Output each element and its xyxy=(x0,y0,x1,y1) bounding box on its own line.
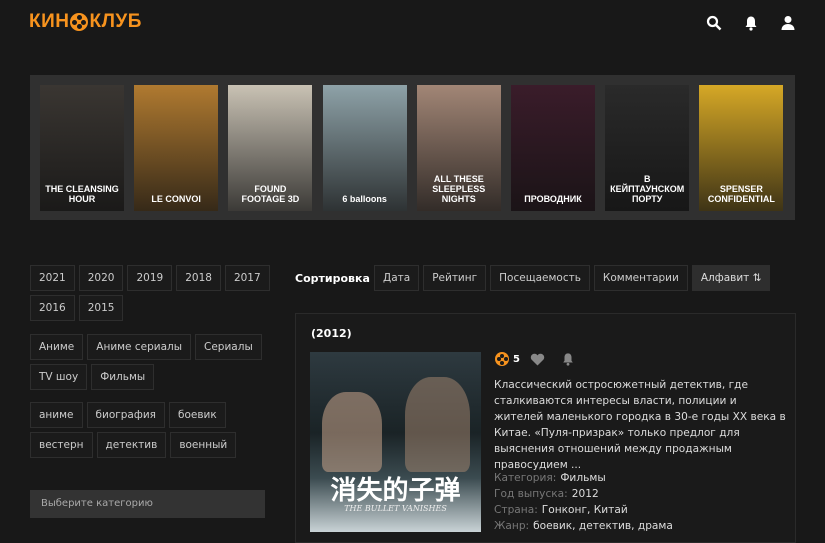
category-tag[interactable]: Аниме xyxy=(30,334,84,360)
category-tag[interactable]: Аниме сериалы xyxy=(87,334,192,360)
poster-title: 消失的子弹 xyxy=(330,476,461,506)
carousel-poster[interactable]: FOUND FOOTAGE 3D xyxy=(228,85,313,211)
year-tag[interactable]: 2015 xyxy=(78,295,124,321)
genre-tag[interactable]: детектив xyxy=(96,432,167,458)
meta-genre-value: боевик, детектив, драма xyxy=(533,520,673,532)
movie-description: Классический остросюжетный детектив, где… xyxy=(494,379,786,471)
poster-title: THE CLEANSING HOUR xyxy=(45,184,119,205)
year-tag[interactable]: 2019 xyxy=(127,265,173,291)
film-reel-icon xyxy=(70,13,89,31)
year-tag[interactable]: 2017 xyxy=(224,265,270,291)
carousel-poster[interactable]: LE CONVOI xyxy=(134,85,219,211)
poster-subtitle: THE BULLET VANISHES xyxy=(344,504,447,513)
meta-year: Год выпуска: 2012 xyxy=(494,488,599,500)
movie-year: (2012) xyxy=(311,327,352,340)
poster-title: 6 balloons xyxy=(342,194,387,205)
category-tag[interactable]: Сериалы xyxy=(195,334,262,360)
meta-year-value: 2012 xyxy=(571,488,599,500)
logo-text-right: КЛУБ xyxy=(89,11,142,32)
poster-title: В КЕЙПТАУНСКОМ ПОРТУ xyxy=(610,174,685,205)
search-icon[interactable] xyxy=(706,15,722,31)
carousel-poster[interactable]: ПРОВОДНИК xyxy=(511,85,595,211)
poster-title: ALL THESE SLEEPLESS NIGHTS xyxy=(432,174,486,205)
genre-tag[interactable]: биография xyxy=(86,402,165,428)
rating-value: 5 xyxy=(513,353,520,365)
genre-tag[interactable]: военный xyxy=(170,432,237,458)
genre-tag[interactable]: боевик xyxy=(168,402,226,428)
poster-title: SPENSER CONFIDENTIAL xyxy=(707,184,775,205)
category-select[interactable]: Выберите категорию xyxy=(30,490,265,518)
category-tag[interactable]: Фильмы xyxy=(91,364,155,390)
logo-text-left: КИН xyxy=(29,11,70,32)
sort-option[interactable]: Рейтинг xyxy=(423,265,487,291)
poster-title: FOUND FOOTAGE 3D xyxy=(241,184,300,205)
bell-icon[interactable] xyxy=(743,15,759,31)
carousel-poster[interactable]: В КЕЙПТАУНСКОМ ПОРТУ xyxy=(605,85,690,211)
meta-category-value[interactable]: Фильмы xyxy=(560,472,605,484)
year-tag[interactable]: 2016 xyxy=(30,295,75,321)
carousel-poster[interactable]: ALL THESE SLEEPLESS NIGHTS xyxy=(416,85,501,211)
year-tag[interactable]: 2020 xyxy=(78,265,124,291)
meta-country: Страна: Гонконг, Китай xyxy=(494,504,628,516)
movie-card: (2012) 消失的子弹 THE BULLET VANISHES 5 Класс… xyxy=(295,313,796,543)
year-filters: 2021 2020 2019 2018 2017 2016 2015 xyxy=(30,265,270,321)
bell-icon[interactable] xyxy=(561,352,575,366)
meta-category: Категория: Фильмы xyxy=(494,472,606,484)
category-tag[interactable]: TV шоу xyxy=(30,364,88,390)
sort-option[interactable]: Комментарии xyxy=(593,265,688,291)
movie-poster[interactable]: 消失的子弹 THE BULLET VANISHES xyxy=(310,352,481,532)
year-tag[interactable]: 2021 xyxy=(30,265,75,291)
sort-options: Дата Рейтинг Посещаемость Комментарии Алфави… xyxy=(374,265,771,291)
genre-tag[interactable]: вестерн xyxy=(30,432,93,458)
genre-tag[interactable]: аниме xyxy=(30,402,83,428)
sort-label: Сортировка xyxy=(295,272,370,285)
carousel-poster[interactable]: THE CLEANSING HOUR xyxy=(40,85,124,211)
year-tag[interactable]: 2018 xyxy=(176,265,221,291)
carousel-poster[interactable]: SPENSER CONFIDENTIAL xyxy=(699,85,784,211)
sort-option[interactable]: Алфавит ⇅ xyxy=(691,265,771,291)
poster-title: ПРОВОДНИК xyxy=(524,194,582,205)
sort-option[interactable]: Посещаемость xyxy=(490,265,590,291)
logo[interactable]: КИН КЛУБ xyxy=(29,11,142,33)
heart-icon[interactable] xyxy=(530,353,545,366)
user-icon[interactable] xyxy=(780,15,796,31)
meta-genre: Жанр: боевик, детектив, драма xyxy=(494,520,673,532)
rating-reel-icon xyxy=(495,352,509,366)
carousel-poster[interactable]: 6 balloons xyxy=(322,85,407,211)
meta-country-value: Гонконг, Китай xyxy=(541,504,628,516)
poster-title: LE CONVOI xyxy=(151,194,201,205)
genre-filters: аниме биография боевик вестерн детектив военн… xyxy=(30,402,270,458)
sort-option[interactable]: Дата xyxy=(374,265,420,291)
category-filters: Аниме Аниме сериалы Сериалы TV шоу Фильмы xyxy=(30,334,270,390)
poster-carousel: THE CLEANSING HOUR LE CONVOI FOUND FOOTAGE… xyxy=(30,75,795,220)
